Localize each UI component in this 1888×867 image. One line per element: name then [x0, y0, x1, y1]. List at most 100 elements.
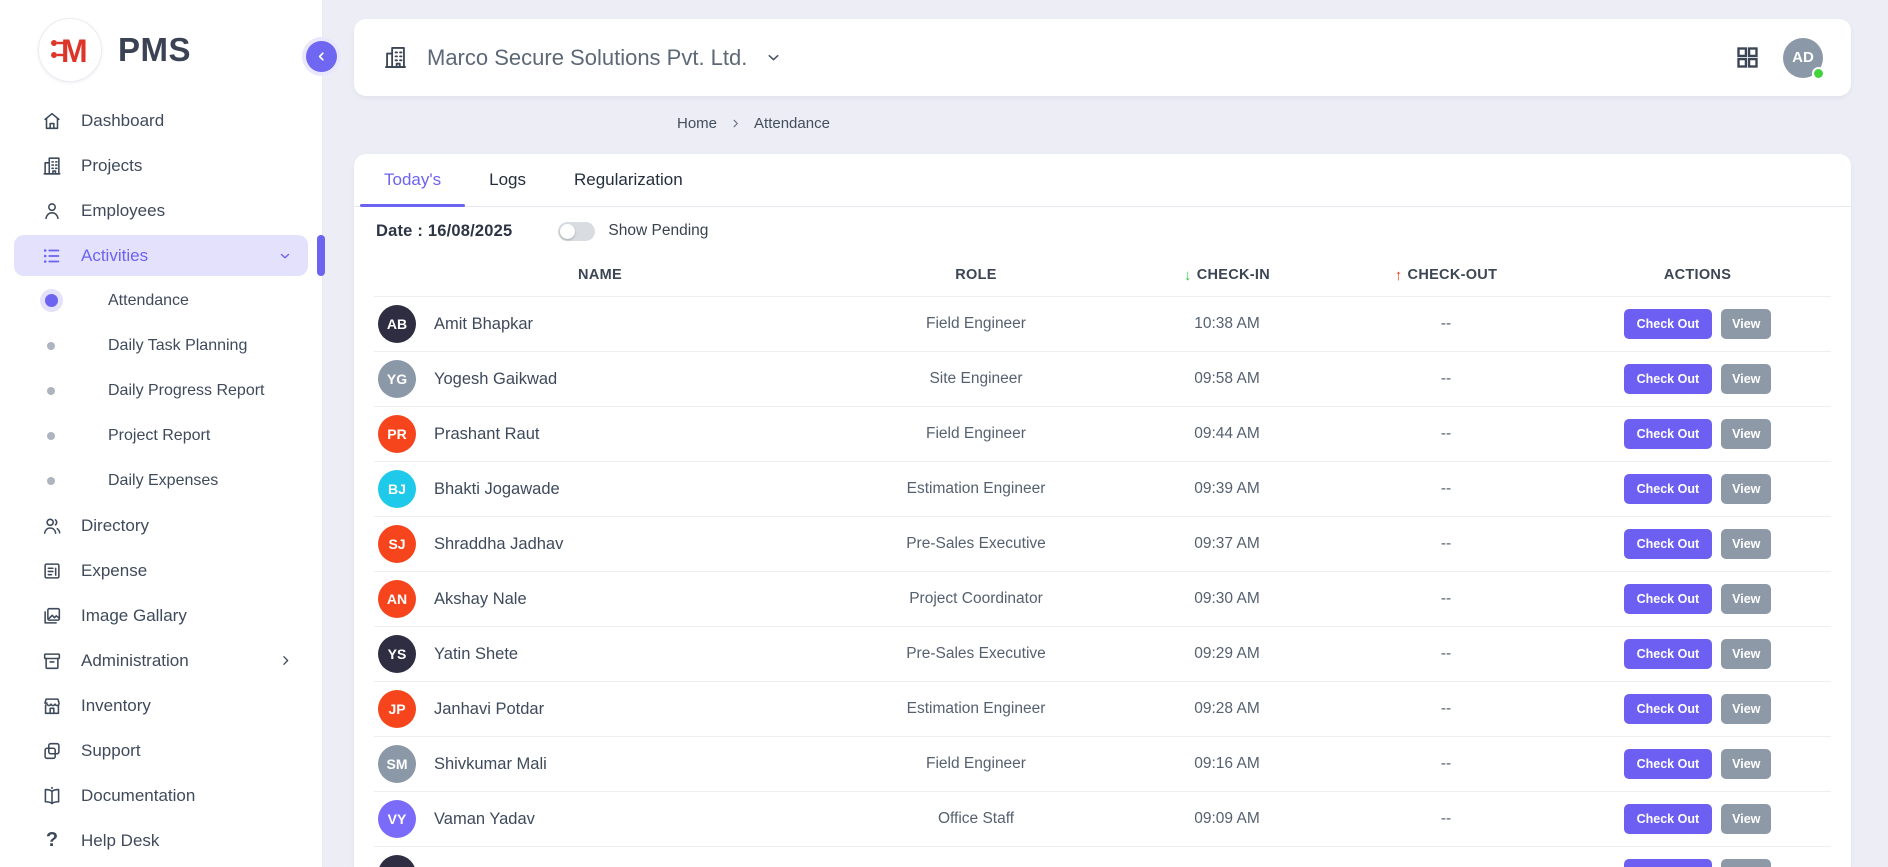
storefront-icon [40, 695, 64, 717]
sidebar-item-label: Support [81, 741, 141, 761]
check-in-time: 09:30 AM [1126, 590, 1328, 608]
sidebar-item-expense[interactable]: Expense [0, 548, 322, 593]
sidebar-item-label: Expense [81, 561, 147, 581]
main-content: Marco Secure Solutions Pvt. Ltd. AD Home… [323, 0, 1888, 867]
employee-role: Field Engineer [826, 755, 1126, 773]
check-out-button[interactable]: Check Out [1624, 309, 1713, 339]
check-in-time: 09:37 AM [1126, 535, 1328, 553]
view-button[interactable]: View [1721, 749, 1771, 779]
sidebar-item-daily-task-planning[interactable]: Daily Task Planning [0, 323, 322, 368]
user-avatar[interactable]: AD [1783, 38, 1823, 78]
sidebar-item-label: Activities [81, 246, 148, 266]
avatar: PR [378, 415, 416, 453]
column-header-role: ROLE [826, 267, 1126, 283]
sidebar-item-help-desk[interactable]: ? Help Desk [0, 818, 322, 863]
top-header-bar: Marco Secure Solutions Pvt. Ltd. AD [354, 19, 1851, 96]
sidebar: M PMS Dashboard Projects Employees [0, 0, 323, 867]
check-out-time: -- [1328, 810, 1564, 828]
sort-down-icon: ↓ [1184, 267, 1192, 284]
apps-grid-button[interactable] [1734, 44, 1761, 71]
breadcrumb-home[interactable]: Home [677, 115, 717, 132]
sidebar-item-administration[interactable]: Administration [0, 638, 322, 683]
check-out-time: -- [1328, 480, 1564, 498]
sidebar-item-dashboard[interactable]: Dashboard [0, 98, 322, 143]
tab-logs[interactable]: Logs [465, 154, 550, 206]
table-row: BJ Bhakti Jogawade Estimation Engineer 0… [374, 461, 1831, 516]
check-out-button[interactable]: Check Out [1624, 749, 1713, 779]
employee-role: Estimation Engineer [826, 700, 1126, 718]
employee-role: Pre-Sales Executive [826, 645, 1126, 663]
sidebar-item-documentation[interactable]: Documentation [0, 773, 322, 818]
company-selector[interactable]: Marco Secure Solutions Pvt. Ltd. [382, 44, 782, 71]
tab-todays[interactable]: Today's [360, 154, 465, 206]
receipt-icon [40, 560, 64, 582]
check-out-time: -- [1328, 700, 1564, 718]
sidebar-item-daily-progress-report[interactable]: Daily Progress Report [0, 368, 322, 413]
sidebar-nav: Dashboard Projects Employees Activities [0, 98, 322, 863]
check-out-button[interactable]: Check Out [1624, 529, 1713, 559]
employee-name: Yogesh Gaikwad [434, 370, 557, 389]
sidebar-item-attendance[interactable]: Attendance [0, 278, 322, 323]
check-out-button[interactable]: Check Out [1624, 584, 1713, 614]
view-button[interactable]: View [1721, 694, 1771, 724]
table-row: YS Yatin Shete Pre-Sales Executive 09:29… [374, 626, 1831, 681]
avatar: AB [378, 305, 416, 343]
table-row: Check Out View [374, 846, 1831, 867]
check-out-button[interactable]: Check Out [1624, 419, 1713, 449]
sidebar-item-label: Project Report [108, 427, 210, 445]
image-icon [40, 605, 64, 627]
table-row: YG Yogesh Gaikwad Site Engineer 09:58 AM… [374, 351, 1831, 406]
view-button[interactable]: View [1721, 419, 1771, 449]
person-icon [40, 200, 64, 222]
breadcrumb: Home Attendance [677, 115, 830, 132]
chevron-left-icon [315, 50, 328, 63]
view-button[interactable]: View [1721, 474, 1771, 504]
column-header-check-out[interactable]: ↑ CHECK-OUT [1328, 267, 1564, 284]
employee-name: Amit Bhapkar [434, 315, 533, 334]
sidebar-item-inventory[interactable]: Inventory [0, 683, 322, 728]
view-button[interactable]: View [1721, 639, 1771, 669]
view-button[interactable]: View [1721, 859, 1771, 867]
employee-role: Estimation Engineer [826, 480, 1126, 498]
check-in-time: 10:38 AM [1126, 315, 1328, 333]
table-row: VY Vaman Yadav Office Staff 09:09 AM -- … [374, 791, 1831, 846]
sidebar-item-activities[interactable]: Activities [0, 233, 322, 278]
svg-text:M: M [61, 33, 88, 69]
check-in-time: 09:39 AM [1126, 480, 1328, 498]
sidebar-item-label: Documentation [81, 786, 195, 806]
active-section-accent-bar [317, 235, 325, 276]
list-icon [40, 245, 64, 267]
column-header-name: NAME [374, 267, 826, 283]
sort-up-icon: ↑ [1395, 267, 1403, 284]
employee-name: Yatin Shete [434, 645, 518, 664]
view-button[interactable]: View [1721, 804, 1771, 834]
sidebar-item-project-report[interactable]: Project Report [0, 413, 322, 458]
check-in-time: 09:16 AM [1126, 755, 1328, 773]
sidebar-item-directory[interactable]: Directory [0, 503, 322, 548]
check-out-button[interactable]: Check Out [1624, 694, 1713, 724]
check-out-button[interactable]: Check Out [1624, 474, 1713, 504]
employee-role: Site Engineer [826, 370, 1126, 388]
logo-mark-icon: M [38, 18, 102, 82]
sidebar-item-support[interactable]: Support [0, 728, 322, 773]
sidebar-item-projects[interactable]: Projects [0, 143, 322, 188]
sidebar-item-employees[interactable]: Employees [0, 188, 322, 233]
view-button[interactable]: View [1721, 309, 1771, 339]
employee-role: Field Engineer [826, 425, 1126, 443]
tab-regularization[interactable]: Regularization [550, 154, 707, 206]
view-button[interactable]: View [1721, 364, 1771, 394]
check-out-button[interactable]: Check Out [1624, 639, 1713, 669]
sidebar-collapse-button[interactable] [306, 41, 337, 72]
check-out-button[interactable]: Check Out [1624, 804, 1713, 834]
check-out-button[interactable]: Check Out [1624, 859, 1713, 867]
avatar: VY [378, 800, 416, 838]
tab-bar: Today's Logs Regularization [354, 154, 1851, 207]
view-button[interactable]: View [1721, 529, 1771, 559]
check-out-button[interactable]: Check Out [1624, 364, 1713, 394]
view-button[interactable]: View [1721, 584, 1771, 614]
sidebar-item-daily-expenses[interactable]: Daily Expenses [0, 458, 322, 503]
employee-name: Bhakti Jogawade [434, 480, 560, 499]
sidebar-item-image-gallery[interactable]: Image Gallary [0, 593, 322, 638]
column-header-check-in[interactable]: ↓ CHECK-IN [1126, 267, 1328, 284]
show-pending-toggle[interactable] [558, 222, 595, 241]
